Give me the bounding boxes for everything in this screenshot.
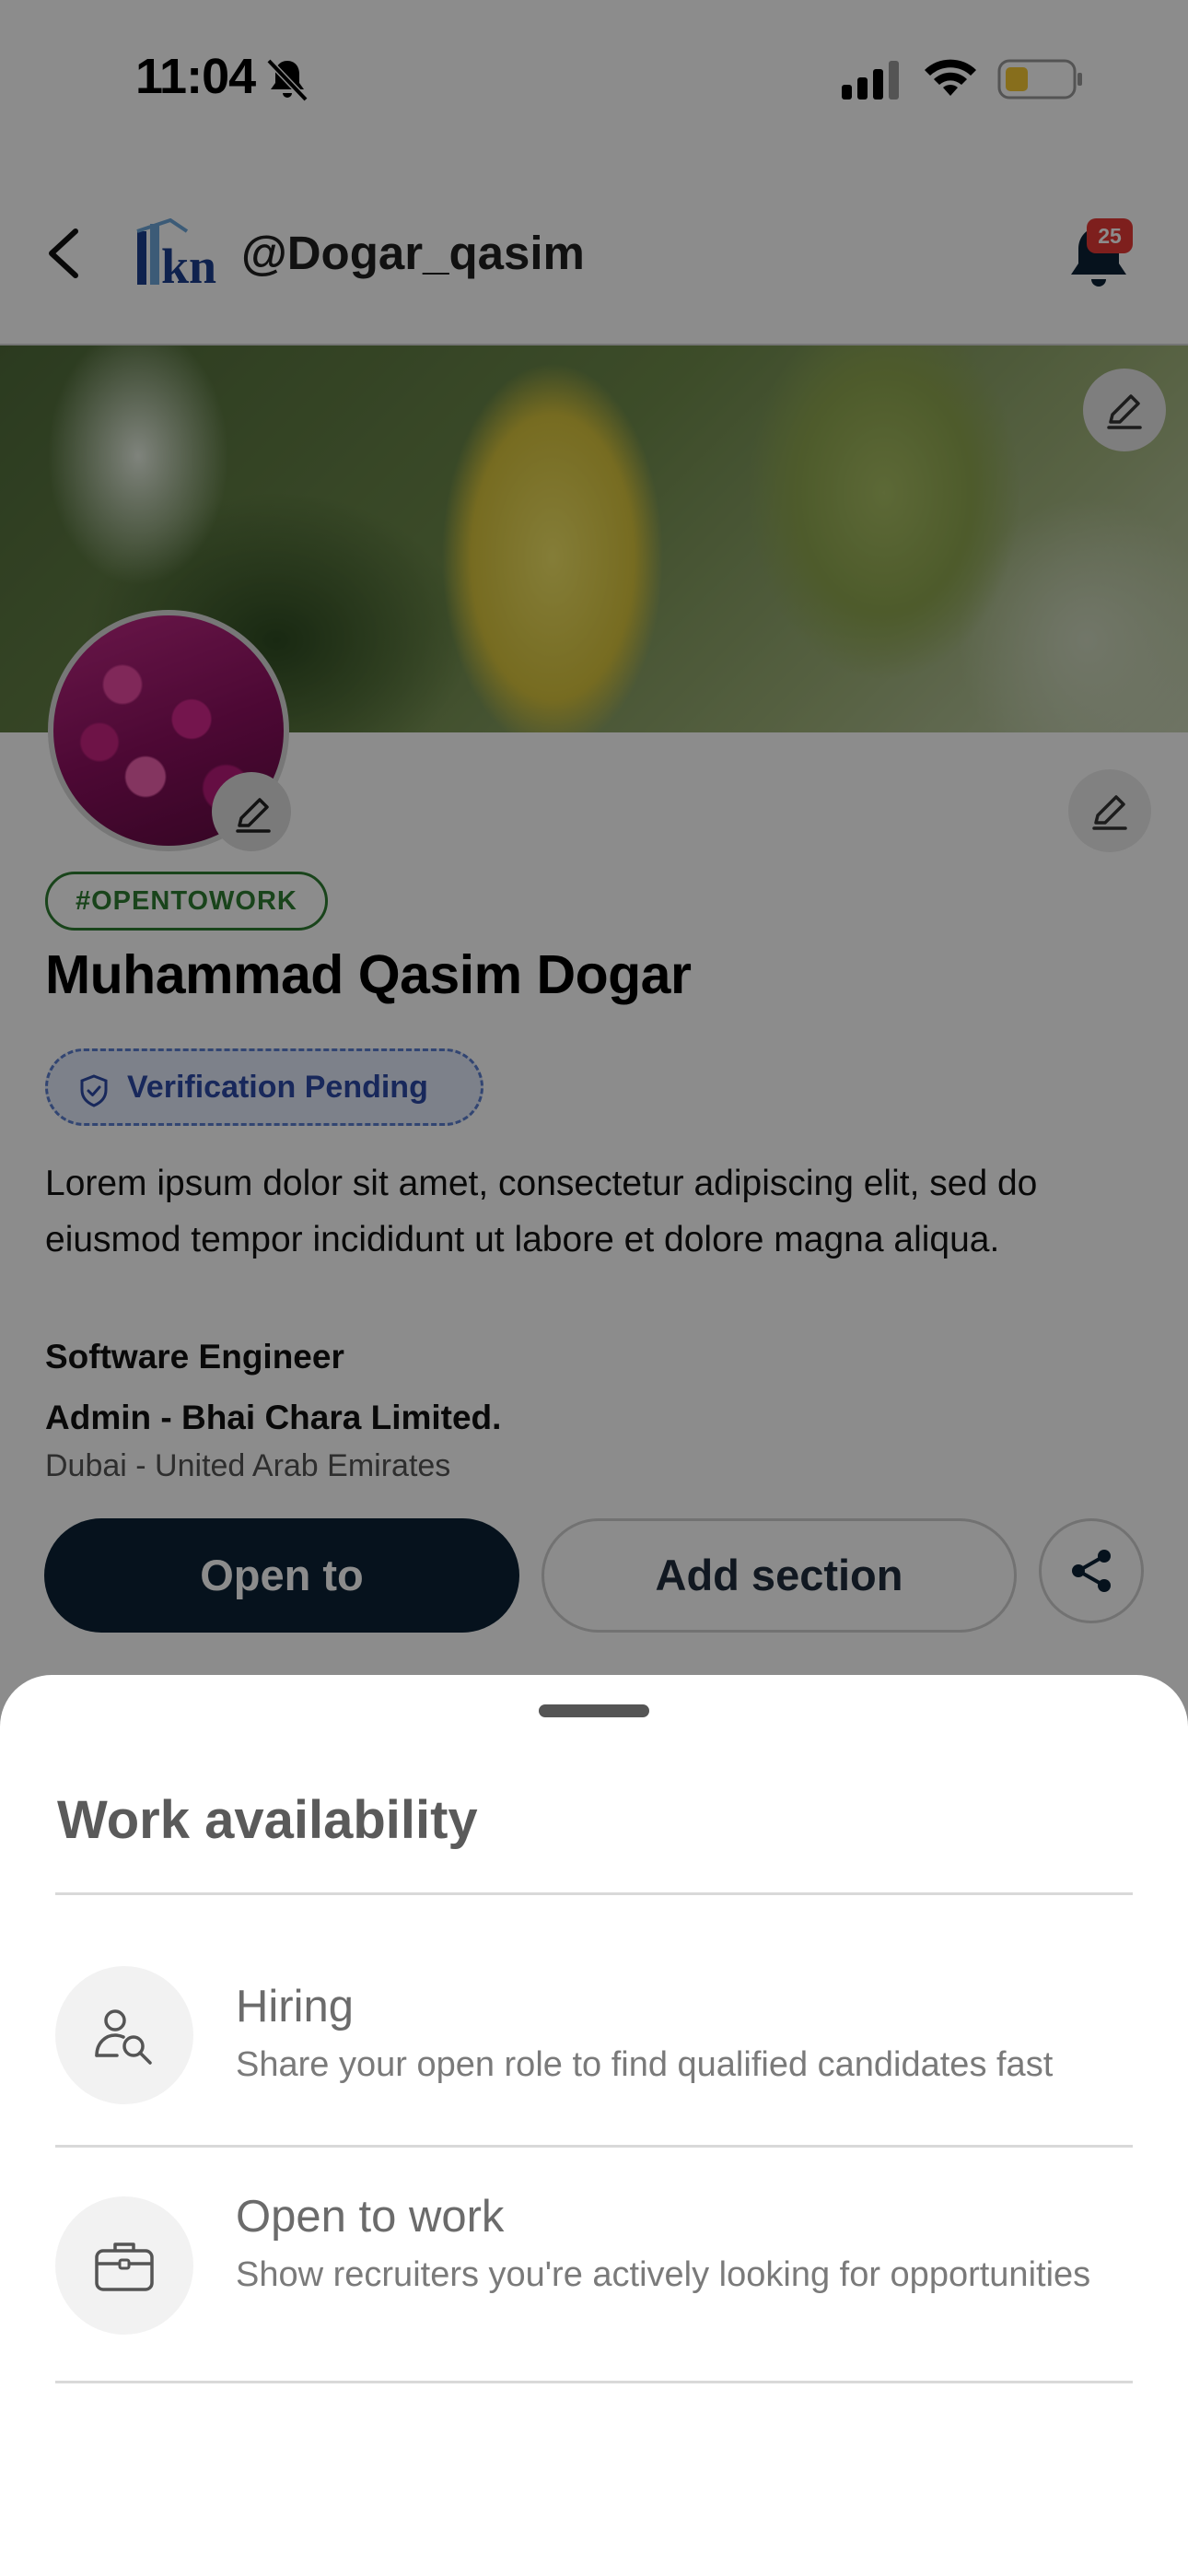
- person-search-icon: [95, 2009, 152, 2065]
- sheet-title: Work availability: [57, 1790, 478, 1850]
- option-open-to-work-title: Open to work: [236, 2192, 505, 2242]
- divider: [55, 1892, 1133, 1895]
- option-hiring-subtitle: Share your open role to find qualified c…: [236, 2045, 1054, 2084]
- profile-screen: 11:04 kn @Dogar_qasim 25 #OPENTOWORK Muh…: [0, 0, 1188, 2576]
- person-search-icon-container: [55, 1966, 193, 2104]
- sheet-grabber[interactable]: [539, 1704, 649, 1717]
- divider: [55, 2381, 1133, 2383]
- option-open-to-work-subtitle: Show recruiters you're actively looking …: [236, 2255, 1091, 2294]
- briefcase-icon-container: [55, 2196, 193, 2335]
- briefcase-icon: [95, 2242, 154, 2291]
- option-hiring-title: Hiring: [236, 1982, 354, 2032]
- divider: [55, 2145, 1133, 2148]
- work-availability-sheet: Work availability Hiring Share your open…: [0, 1675, 1188, 2576]
